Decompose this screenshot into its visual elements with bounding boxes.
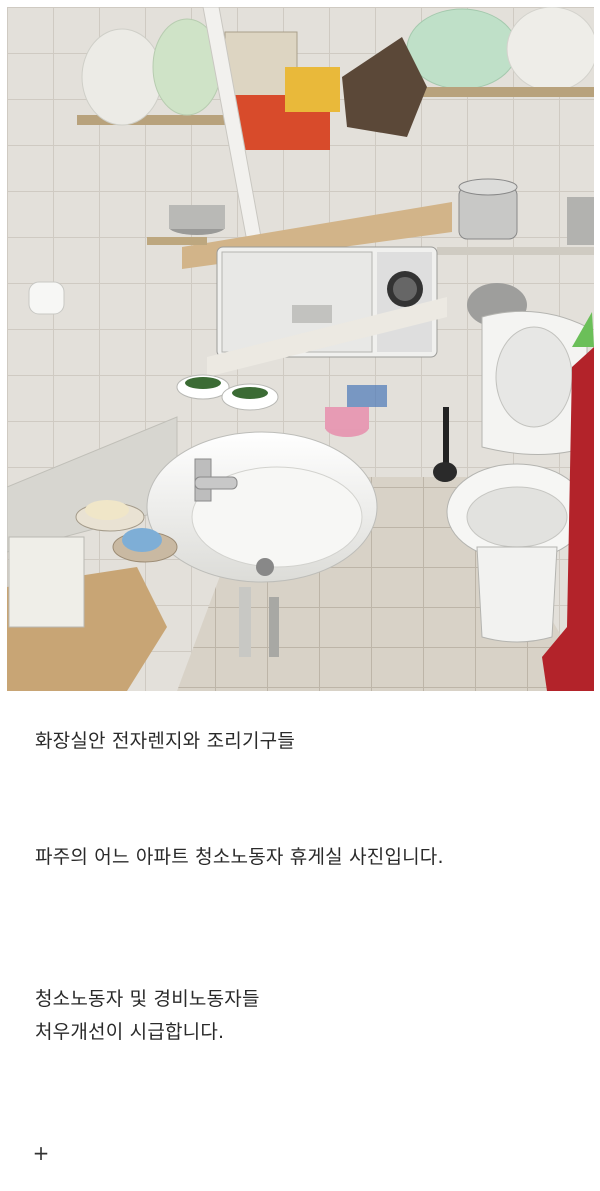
pot bbox=[567, 197, 594, 245]
plastic-bag bbox=[81, 28, 163, 126]
post-line: 처우개선이 시급합니다. bbox=[35, 1021, 225, 1043]
pot bbox=[169, 205, 225, 229]
bathroom-photo bbox=[7, 7, 594, 691]
plastic-bag bbox=[406, 8, 518, 90]
post-paragraph-2: 파주의 어느 아파트 청소노동자 휴게실 사진입니다. bbox=[35, 841, 444, 874]
plastic-bag bbox=[506, 7, 594, 92]
bathroom-photo-drawing bbox=[7, 7, 594, 691]
post-line: 파주의 어느 아파트 청소노동자 휴게실 사진입니다. bbox=[35, 846, 444, 868]
add-button[interactable]: + bbox=[30, 1140, 52, 1166]
post-paragraph-1: 화장실안 전자렌지와 조리기구들 bbox=[35, 725, 295, 758]
post-paragraph-3: 청소노동자 및 경비노동자들 처우개선이 시급합니다. bbox=[35, 983, 260, 1049]
toilet-paper bbox=[28, 281, 65, 315]
post-line: 화장실안 전자렌지와 조리기구들 bbox=[35, 730, 295, 752]
post-line: 청소노동자 및 경비노동자들 bbox=[35, 988, 260, 1010]
